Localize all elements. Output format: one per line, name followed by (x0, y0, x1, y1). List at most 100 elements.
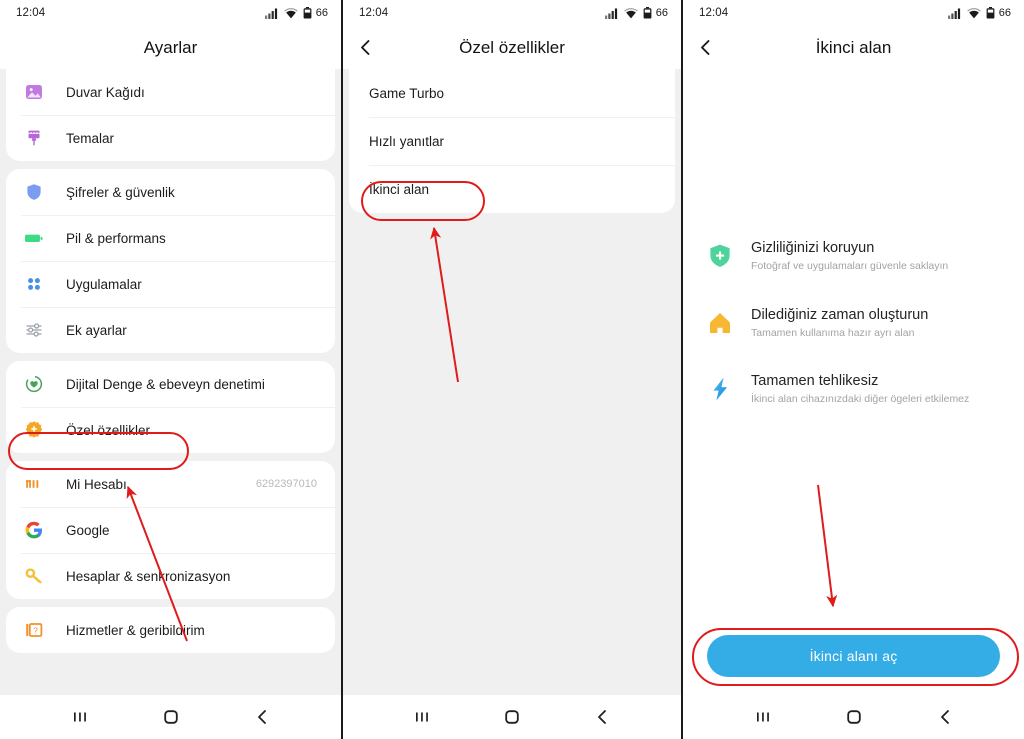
back-button[interactable] (578, 695, 626, 739)
feature-title: Tamamen tehlikesiz (751, 373, 879, 390)
home-button[interactable] (147, 695, 195, 739)
sliders-icon (21, 317, 47, 343)
lightning-bolt-icon (705, 374, 735, 404)
mi-logo-icon (21, 471, 47, 497)
nav-bar (683, 695, 1024, 739)
sidebar-item-battery-performance[interactable]: Pil & performans (6, 215, 335, 261)
recents-button[interactable] (739, 695, 787, 739)
battery-icon (643, 7, 652, 19)
list-item-second-space[interactable]: İkinci alan (349, 165, 675, 213)
phone-screen-second-space: 12:04 66 İkinci alan Gizliliğinizi koruy… (683, 0, 1024, 739)
mi-account-id: 6292397010 (255, 478, 317, 490)
sidebar-item-accounts-sync[interactable]: Hesaplar & senkronizasyon (6, 553, 335, 599)
apps-grid-icon (21, 271, 47, 297)
special-features-list[interactable]: Game Turbo Hızlı yanıtlar İkinci alan (343, 69, 681, 695)
chevron-left-icon[interactable] (343, 26, 387, 69)
wallpaper-icon (21, 79, 47, 105)
svg-text:?: ? (33, 625, 38, 635)
create-second-space-button[interactable]: İkinci alanı aç (707, 635, 1000, 677)
battery-percent: 66 (315, 7, 328, 19)
status-icons: 66 (604, 7, 668, 19)
status-bar: 12:04 66 (343, 0, 681, 26)
recents-button[interactable] (398, 695, 446, 739)
sidebar-item-google[interactable]: Google (6, 507, 335, 553)
status-time: 12:04 (699, 7, 729, 19)
shield-plus-icon (705, 241, 735, 271)
sidebar-item-label: Şifreler & güvenlik (66, 184, 175, 200)
title-bar: Özel özellikler (343, 26, 681, 69)
feature-totally-safe: Tamamen tehlikesiz İkinci alan cihazınız… (705, 372, 1002, 407)
sidebar-item-digital-wellbeing[interactable]: Dijital Denge & ebeveyn denetimi (6, 361, 335, 407)
page-title: Ayarlar (143, 37, 198, 57)
feature-create-anytime: Dilediğiniz zaman oluşturun Tamamen kull… (705, 306, 1002, 341)
home-button[interactable] (488, 695, 536, 739)
battery-icon (303, 7, 312, 19)
chevron-left-icon[interactable] (683, 26, 727, 69)
battery-percent: 66 (655, 7, 668, 19)
status-icons: 66 (947, 7, 1011, 19)
status-icons: 66 (264, 7, 328, 19)
title-bar: Ayarlar (0, 26, 341, 69)
sidebar-item-label: Özel özellikler (66, 422, 151, 438)
feature-subtitle: Fotoğraf ve uygulamaları güvenle saklayı… (751, 260, 949, 272)
sidebar-item-label: Hesaplar & senkronizasyon (66, 568, 231, 584)
house-icon (705, 308, 735, 338)
feature-subtitle: İkinci alan cihazınızdaki diğer ögeleri … (751, 393, 970, 406)
list-item-label: Hızlı yanıtlar (369, 133, 445, 149)
sidebar-item-label: Uygulamalar (66, 276, 142, 292)
list-item-label: İkinci alan (369, 181, 430, 197)
list-item-label: Game Turbo (369, 85, 445, 101)
key-icon (21, 563, 47, 589)
status-time: 12:04 (16, 7, 46, 19)
services-feedback-icon: ? (21, 617, 47, 643)
sidebar-item-special-features[interactable]: Özel özellikler (6, 407, 335, 453)
settings-group-appearance: Duvar Kağıdı Temalar (6, 69, 335, 161)
nav-bar (0, 695, 341, 739)
gear-icon (21, 417, 47, 443)
second-space-intro: Gizliliğinizi koruyun Fotoğraf ve uygula… (683, 69, 1024, 695)
settings-group-system: Şifreler & güvenlik Pil & performans Uyg… (6, 169, 335, 353)
sidebar-item-passwords-security[interactable]: Şifreler & güvenlik (6, 169, 335, 215)
back-button[interactable] (238, 695, 286, 739)
shield-icon (21, 179, 47, 205)
home-button[interactable] (830, 695, 878, 739)
feature-title: Dilediğiniz zaman oluşturun (751, 306, 929, 323)
phone-screen-special-features: 12:04 66 Özel özellikler Game Turbo Hızl… (341, 0, 683, 739)
status-bar: 12:04 66 (0, 0, 341, 26)
status-time: 12:04 (359, 7, 389, 19)
list-item-game-turbo[interactable]: Game Turbo (349, 69, 675, 117)
battery-performance-icon (21, 225, 47, 251)
special-features-group: Game Turbo Hızlı yanıtlar İkinci alan (349, 69, 675, 213)
sidebar-item-themes[interactable]: Temalar (6, 115, 335, 161)
recents-button[interactable] (56, 695, 104, 739)
sidebar-item-label: Hizmetler & geribildirim (66, 622, 205, 638)
wifi-icon (283, 7, 298, 19)
list-item-quick-replies[interactable]: Hızlı yanıtlar (349, 117, 675, 165)
title-bar: İkinci alan (683, 26, 1024, 69)
feature-subtitle: Tamamen kullanıma hazır ayrı alan (751, 326, 915, 339)
google-g-icon (21, 517, 47, 543)
settings-list[interactable]: Duvar Kağıdı Temalar Şifreler & güvenlik… (0, 69, 341, 695)
back-button[interactable] (921, 695, 969, 739)
sidebar-item-label: Dijital Denge & ebeveyn denetimi (66, 376, 265, 392)
theme-brush-icon (21, 125, 47, 151)
page-title: İkinci alan (815, 37, 892, 57)
signal-icon (947, 8, 962, 19)
sidebar-item-services-feedback[interactable]: ? Hizmetler & geribildirim (6, 607, 335, 653)
wifi-icon (623, 7, 638, 19)
sidebar-item-additional-settings[interactable]: Ek ayarlar (6, 307, 335, 353)
sidebar-item-label: Pil & performans (66, 230, 166, 246)
wifi-icon (966, 7, 981, 19)
sidebar-item-label: Google (66, 522, 110, 538)
sidebar-item-wallpaper[interactable]: Duvar Kağıdı (6, 69, 335, 115)
feature-privacy: Gizliliğinizi koruyun Fotoğraf ve uygula… (705, 239, 1002, 274)
nav-bar (343, 695, 681, 739)
feature-list: Gizliliğinizi koruyun Fotoğraf ve uygula… (683, 239, 1024, 407)
sidebar-item-label: Mi Hesabı (66, 476, 127, 492)
signal-icon (264, 8, 279, 19)
wellbeing-icon (21, 371, 47, 397)
settings-group-wellbeing: Dijital Denge & ebeveyn denetimi Özel öz… (6, 361, 335, 453)
sidebar-item-label: Ek ayarlar (66, 322, 127, 338)
sidebar-item-apps[interactable]: Uygulamalar (6, 261, 335, 307)
sidebar-item-mi-account[interactable]: Mi Hesabı 6292397010 (6, 461, 335, 507)
